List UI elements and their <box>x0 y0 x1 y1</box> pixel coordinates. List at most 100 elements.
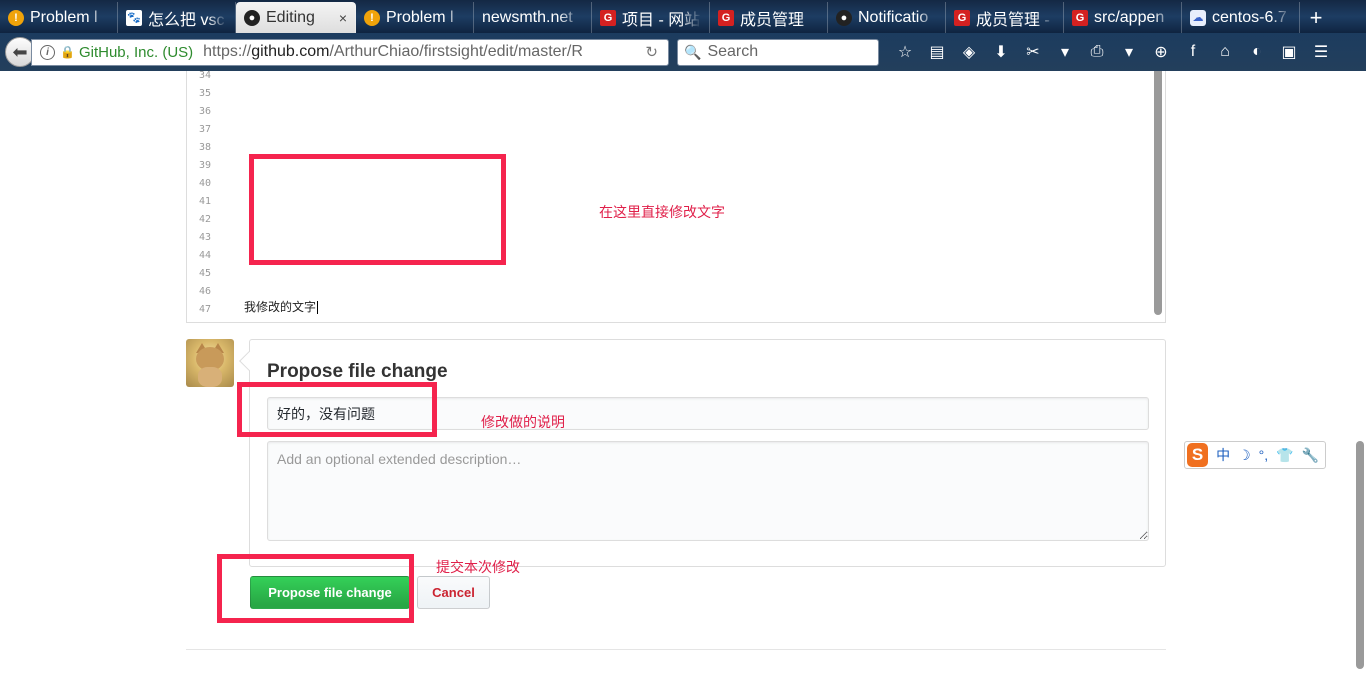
commit-form: Propose file change <box>239 339 1166 567</box>
browser-tab-label: newsmth.net <box>482 8 573 26</box>
cloud-icon: ☁ <box>1190 9 1206 26</box>
line-number: 43 <box>198 232 211 243</box>
annotation-box-submit <box>217 554 414 623</box>
search-bar[interactable]: 🔍 Search <box>677 38 879 66</box>
line-number: 34 <box>198 71 211 81</box>
line-number: 39 <box>198 160 211 171</box>
sogou-logo-icon[interactable]: S <box>1187 443 1209 467</box>
back-arrow-icon: ⬅ <box>12 41 28 62</box>
browser-tab-label: src/appen <box>1094 8 1165 26</box>
github-icon: ● <box>244 9 260 26</box>
toolbar-icons: ☆ ▤ ◈ ⬇ ✂ ▾ ⎙ ▾ ⊕ f ⌂ ◐ ▣ ☰ <box>889 42 1337 62</box>
dropdown-arrow-icon[interactable]: ▾ <box>1049 42 1081 62</box>
bookmark-star-icon[interactable]: ☆ <box>889 42 921 62</box>
gitee-icon: G <box>954 9 970 26</box>
browser-tab-label: 项目 - 网站 <box>622 11 701 29</box>
commit-form-pointer <box>239 351 259 371</box>
print-icon[interactable]: ⎙ <box>1081 43 1113 61</box>
url-text[interactable]: https://github.com/ArthurChiao/firstsigh… <box>203 43 643 61</box>
browser-tab-label: Problem l <box>30 8 98 26</box>
gitee-icon: G <box>718 9 734 26</box>
browser-tab[interactable]: ! Problem l <box>356 2 474 33</box>
line-number: 45 <box>198 268 211 279</box>
line-number: 46 <box>198 286 211 297</box>
globe-icon[interactable]: ⊕ <box>1145 42 1177 62</box>
info-icon[interactable]: i <box>40 44 55 60</box>
annotation-edit-text: 在这里直接修改文字 <box>599 205 725 221</box>
browser-tab[interactable]: ● Editing × <box>236 2 356 33</box>
home-icon[interactable]: ⌂ <box>1209 43 1241 61</box>
new-tab-button[interactable]: + <box>1300 2 1332 33</box>
close-tab-icon[interactable]: × <box>339 10 347 26</box>
browser-tab[interactable]: G 成员管理 <box>710 2 828 33</box>
site-identity: GitHub, Inc. (US) <box>78 43 194 61</box>
browser-tab-label: Problem l <box>386 8 454 26</box>
browser-tab[interactable]: newsmth.net <box>474 2 592 33</box>
line-number: 35 <box>198 88 211 99</box>
line-number: 41 <box>198 196 211 207</box>
lock-icon: 🔒 <box>60 45 75 59</box>
line-number: 47 <box>198 304 211 315</box>
line-number-gutter: 34 35 36 37 38 39 40 41 42 43 44 45 46 47 <box>187 71 227 319</box>
line-number: 44 <box>198 250 211 261</box>
gitee-icon: G <box>600 9 616 26</box>
browser-tab[interactable]: ! Problem l <box>0 2 118 33</box>
browser-tab[interactable]: ☁ centos-6.7 <box>1182 2 1300 33</box>
browser-tab[interactable]: G 成员管理 - <box>946 2 1064 33</box>
moon-icon[interactable]: ☽ <box>1238 447 1251 464</box>
warning-icon: ! <box>364 9 380 26</box>
gitee-icon: G <box>1072 9 1088 26</box>
ime-toolbar[interactable]: S 中 ☽ °, 👕 🔧 <box>1184 441 1326 469</box>
annotation-box-editor <box>249 154 506 265</box>
line-number: 37 <box>198 124 211 135</box>
menu-icon[interactable]: ☰ <box>1305 42 1337 62</box>
screenshot-icon[interactable]: ✂ <box>1017 42 1049 62</box>
browser-tab[interactable]: G 项目 - 网站 <box>592 2 710 33</box>
punctuation-icon[interactable]: °, <box>1259 447 1269 463</box>
cat-body <box>198 367 222 387</box>
annotation-summary-text: 修改做的说明 <box>481 415 565 431</box>
warning-icon: ! <box>8 9 24 26</box>
skin-icon[interactable]: 👕 <box>1276 447 1293 464</box>
annotation-box-summary <box>237 382 437 437</box>
search-placeholder: Search <box>707 43 759 60</box>
wrench-icon[interactable]: 🔧 <box>1302 447 1319 464</box>
line-number: 42 <box>198 214 211 225</box>
cancel-button[interactable]: Cancel <box>417 576 490 609</box>
commit-description-textarea[interactable] <box>267 441 1149 541</box>
url-bar[interactable]: i 🔒 GitHub, Inc. (US) https://github.com… <box>31 38 669 66</box>
download-icon[interactable]: ⬇ <box>985 42 1017 62</box>
browser-tab-label: centos-6.7 <box>1212 8 1287 26</box>
commit-form-title: Propose file change <box>267 361 448 382</box>
annotation-submit-text: 提交本次修改 <box>436 560 520 576</box>
editor-current-line[interactable]: 我修改的文字 <box>244 298 319 315</box>
browser-tab[interactable]: ● Notificatio <box>828 2 946 33</box>
browser-tab-label: 成员管理 <box>740 11 805 29</box>
browser-tab[interactable]: Gsrc/appen <box>1064 2 1182 33</box>
sync-icon[interactable]: ◐ <box>1241 43 1273 61</box>
footer-divider <box>186 649 1166 650</box>
line-number: 36 <box>198 106 211 117</box>
page-content: 34 35 36 37 38 39 40 41 42 43 44 45 46 47 我修改的文字 Prop… <box>0 71 1366 697</box>
text-caret <box>317 301 319 315</box>
pocket-icon[interactable]: ◈ <box>953 42 985 62</box>
ime-mode-toggle[interactable]: 中 <box>1216 445 1230 465</box>
search-icon: 🔍 <box>684 43 702 60</box>
browser-nav-bar: ⬅ i 🔒 GitHub, Inc. (US) https://github.c… <box>0 33 1366 71</box>
reading-list-icon[interactable]: ▤ <box>921 42 953 62</box>
facebook-icon[interactable]: f <box>1177 43 1209 61</box>
browser-tab[interactable]: 🐾 怎么把 vsc <box>118 2 236 33</box>
browser-tab-label: 成员管理 - <box>976 11 1050 29</box>
page-scrollbar[interactable] <box>1356 441 1364 669</box>
extension-icon[interactable]: ▣ <box>1273 42 1305 62</box>
reload-icon[interactable]: ↻ <box>645 43 658 61</box>
paw-icon: 🐾 <box>126 9 142 26</box>
github-icon: ● <box>836 9 852 26</box>
avatar[interactable] <box>186 339 234 387</box>
browser-tab-label: Editing <box>266 8 315 26</box>
browser-tab-label: 怎么把 vsc <box>148 11 225 29</box>
line-number: 38 <box>198 142 211 153</box>
editor-scrollbar[interactable] <box>1154 71 1162 315</box>
dropdown-arrow-icon[interactable]: ▾ <box>1113 42 1145 62</box>
line-number: 40 <box>198 178 211 189</box>
